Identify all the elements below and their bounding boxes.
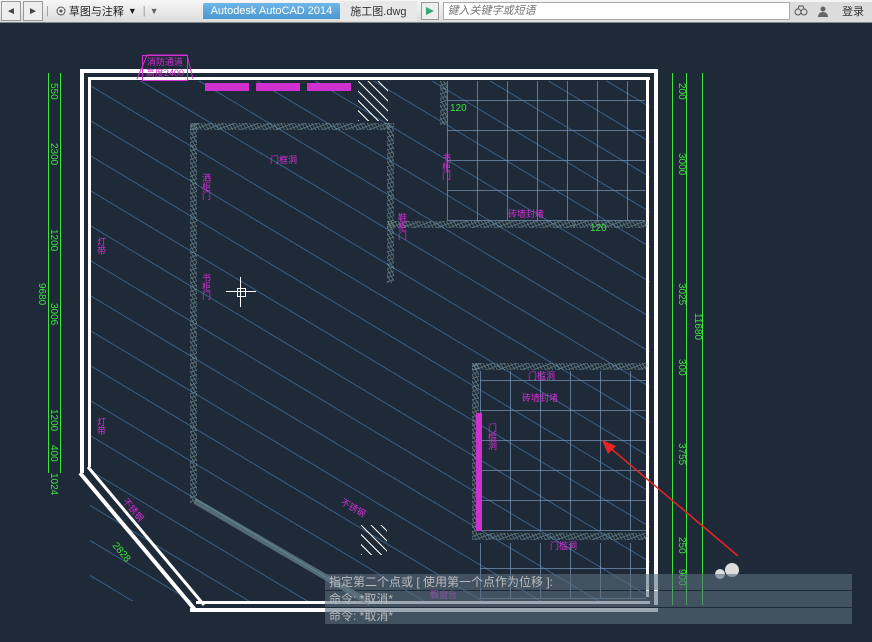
file-tab[interactable]: 施工图.dwg: [340, 1, 416, 21]
dim-top1: 120: [450, 103, 467, 114]
dim-rtotal: 11680: [692, 313, 703, 340]
partition-6: [440, 81, 447, 125]
dim-l7: 1024: [48, 473, 59, 495]
label-inner-beam: 门框洞: [270, 153, 297, 166]
label-floor2: 砖墙封堵: [522, 391, 558, 404]
play-button[interactable]: [421, 2, 439, 20]
workspace-label: 草图与注释: [69, 3, 124, 19]
cmd-cancel-2: 命令: *取消*: [325, 608, 852, 624]
label-lamp1: 灯带: [95, 237, 108, 255]
hatch-block-2: [361, 525, 387, 555]
gear-icon: [55, 5, 67, 17]
keyword-input[interactable]: [443, 2, 790, 20]
label-door1: 门槛洞: [528, 369, 555, 382]
dim-r4: 300: [676, 359, 687, 376]
wall-left-outer: [80, 69, 84, 473]
wall-right-inner: [646, 77, 649, 597]
title-bar: ◄ ► | 草图与注释 ▼ | ▼ Autodesk AutoCAD 2014 …: [0, 0, 872, 23]
label-side2: 书柜门: [200, 273, 213, 300]
workspace-selector[interactable]: 草图与注释 ▼: [51, 3, 141, 19]
label-lamp2: 灯带: [95, 417, 108, 435]
nav-back-button[interactable]: ◄: [1, 1, 21, 21]
dim-l2: 2300: [48, 143, 59, 165]
label-floor1: 砖墙封堵: [508, 207, 544, 220]
partition-5: [573, 221, 648, 228]
dimline-left-inner: [60, 73, 61, 473]
wall-left-inner: [88, 77, 91, 467]
tile-room-2: [480, 371, 646, 531]
label-col2: 鞋柜门: [396, 213, 409, 240]
dim-l4: 3006: [48, 303, 59, 325]
dim-mid: 120: [590, 223, 607, 234]
nav-fwd-button[interactable]: ►: [23, 1, 43, 21]
dim-ltotal: 9680: [36, 283, 47, 305]
label-side1: 洒柜门: [200, 173, 213, 200]
binoculars-icon[interactable]: [790, 2, 812, 20]
dim-r3: 3025: [676, 283, 687, 305]
door-mark-2: [476, 485, 482, 531]
partition-1: [190, 123, 197, 463]
label-door2: 门槛洞: [550, 539, 577, 552]
label-doorv: 门槛洞: [486, 423, 499, 450]
drawing-canvas[interactable]: 消防通道 高度2400 灯带 灯带 洒柜门 书柜门 门框洞 书柜门 鞋柜门 门槛…: [0, 23, 872, 624]
partition-2: [190, 123, 390, 130]
partition-8: [472, 363, 648, 370]
dim-r5: 3755: [676, 443, 687, 465]
dim-l5: 1200: [48, 409, 59, 431]
login-button[interactable]: 登录: [834, 3, 872, 19]
hatch-block-1: [358, 81, 388, 121]
dim-r2: 3000: [676, 153, 687, 175]
label-col1: 书柜门: [440, 153, 453, 180]
app-title: Autodesk AutoCAD 2014: [203, 3, 341, 19]
wall-right-outer: [654, 69, 658, 605]
window-1: [205, 83, 249, 91]
partition-3: [387, 123, 394, 283]
callout-leader: [135, 53, 195, 93]
window-3: [307, 83, 351, 91]
partition-4: [387, 221, 575, 228]
user-icon[interactable]: [812, 2, 834, 20]
command-line-area[interactable]: 指定第二个点或 [ 使用第一个点作为位移 ]: 命令: *取消* 命令: *取消…: [325, 573, 852, 624]
window-2: [256, 83, 300, 91]
door-mark-1: [476, 413, 482, 485]
dim-l3: 1200: [48, 229, 59, 251]
cmd-cancel-1: 命令: *取消*: [325, 591, 852, 607]
dim-l1: 550: [48, 83, 59, 100]
dim-l6: 400: [48, 445, 59, 462]
dim-r1: 200: [676, 83, 687, 100]
dim-r6: 250: [676, 537, 687, 554]
tile-room-1: [447, 81, 645, 221]
cmd-prompt: 指定第二个点或 [ 使用第一个点作为位移 ]:: [325, 574, 852, 590]
dimline-right-1: [672, 73, 673, 605]
